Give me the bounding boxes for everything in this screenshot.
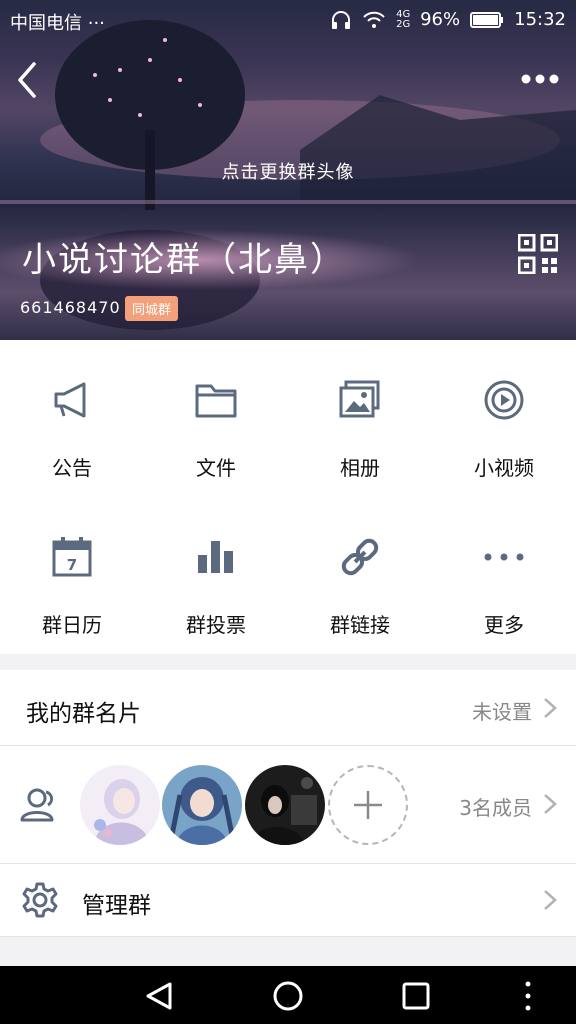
link-icon	[341, 538, 379, 576]
group-header[interactable]: 中国电信 ··· 4G 2G 96% 15:32 点击更换群头像 小说讨论群（北…	[0, 0, 576, 340]
chevron-right-icon	[544, 698, 557, 718]
avatar-image	[80, 765, 160, 845]
back-triangle-icon[interactable]	[140, 976, 180, 1016]
grid-item-label: 更多	[484, 613, 524, 637]
status-bar: 中国电信 ··· 4G 2G 96% 15:32	[0, 0, 576, 40]
grid-item-album[interactable]: 相册	[288, 340, 432, 497]
member-avatar[interactable]	[245, 765, 325, 845]
grid-item-calendar[interactable]: 7 群日历	[0, 497, 144, 654]
wifi-icon	[363, 11, 385, 28]
menu-dots-vertical-icon[interactable]	[508, 976, 548, 1016]
recent-apps-icon[interactable]	[396, 976, 436, 1016]
divider	[0, 936, 576, 937]
plus-icon	[354, 791, 382, 819]
calendar-icon: 7	[52, 537, 92, 577]
grid-item-vote[interactable]: 群投票	[144, 497, 288, 654]
group-profile-page: 中国电信 ··· 4G 2G 96% 15:32 点击更换群头像 小说讨论群（北…	[0, 0, 576, 1024]
svg-text:7: 7	[67, 556, 77, 574]
member-avatar[interactable]	[80, 765, 160, 845]
status-icons: 4G 2G 96% 15:32	[330, 9, 566, 30]
qr-code-icon[interactable]	[518, 234, 558, 274]
grid-item-label: 小视频	[474, 456, 534, 480]
grid-item-label: 公告	[52, 456, 92, 480]
my-group-card-value: 未设置	[472, 700, 532, 724]
group-name: 小说讨论群（北鼻）	[22, 240, 346, 280]
grid-item-label: 相册	[340, 456, 380, 480]
folder-icon	[195, 384, 237, 418]
more-dots-icon	[484, 553, 524, 561]
back-arrow-icon[interactable]	[12, 58, 52, 102]
headphones-icon	[332, 10, 351, 29]
system-navigation-bar	[0, 966, 576, 1024]
member-count: 3名成员	[459, 796, 532, 820]
grid-item-label: 群日历	[42, 613, 102, 637]
home-circle-icon[interactable]	[268, 976, 308, 1016]
carrier-label: 中国电信 ···	[10, 13, 105, 34]
manage-group-row[interactable]: 管理群	[0, 864, 576, 936]
avatar-image	[162, 765, 242, 845]
grid-item-link[interactable]: 群链接	[288, 497, 432, 654]
group-tag-badge: 同城群	[125, 296, 179, 321]
members-icon	[20, 788, 54, 822]
my-group-card-title: 我的群名片	[26, 701, 141, 727]
chevron-right-icon	[544, 794, 557, 814]
chevron-right-icon	[544, 890, 557, 910]
video-play-icon	[484, 380, 524, 420]
grid-item-short-video[interactable]: 小视频	[432, 340, 576, 497]
add-member-button[interactable]	[328, 765, 408, 845]
change-avatar-hint[interactable]: 点击更换群头像	[0, 158, 576, 184]
grid-item-label: 群链接	[330, 613, 390, 637]
bar-chart-icon	[198, 541, 233, 573]
member-avatar[interactable]	[162, 765, 242, 845]
feature-grid: 公告 文件 相册 小视频 7 群日历 群投票 群链接 更多	[0, 340, 576, 654]
battery-percent: 96%	[420, 9, 461, 30]
grid-item-label: 群投票	[186, 613, 246, 637]
grid-item-announcement[interactable]: 公告	[0, 340, 144, 497]
members-row[interactable]: 3名成员	[0, 746, 576, 863]
battery-icon	[470, 11, 504, 28]
network-type-label: 4G 2G	[396, 8, 411, 30]
avatar-image	[245, 765, 325, 845]
clock: 15:32	[514, 9, 566, 30]
grid-item-label: 文件	[196, 456, 236, 480]
my-group-card-row[interactable]: 我的群名片 未设置	[0, 670, 576, 745]
manage-group-title: 管理群	[82, 893, 151, 919]
gear-icon	[22, 882, 58, 918]
group-id: 661468470	[20, 298, 121, 317]
grid-item-more[interactable]: 更多	[432, 497, 576, 654]
photo-album-icon	[339, 380, 380, 418]
grid-item-files[interactable]: 文件	[144, 340, 288, 497]
more-options-icon[interactable]	[518, 66, 562, 92]
megaphone-icon	[54, 382, 86, 418]
